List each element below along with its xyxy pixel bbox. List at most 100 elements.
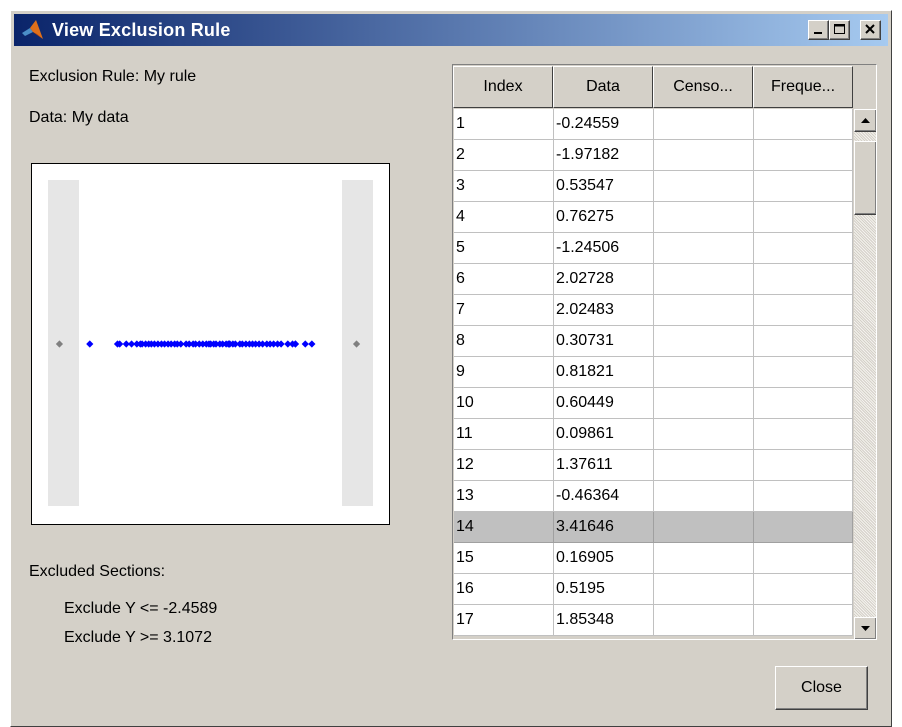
table-row[interactable]: 16 0.5195 xyxy=(454,574,853,605)
vertical-scrollbar[interactable] xyxy=(854,109,876,639)
table-cell-data[interactable]: -1.24506 xyxy=(554,233,654,264)
table-cell-censoring[interactable] xyxy=(654,605,754,636)
table-cell-index[interactable]: 16 xyxy=(454,574,554,605)
table-cell-data[interactable]: 2.02483 xyxy=(554,295,654,326)
table-row[interactable]: 8 0.30731 xyxy=(454,326,853,357)
table-row[interactable]: 2 -1.97182 xyxy=(454,140,853,171)
table-row[interactable]: 13 -0.46364 xyxy=(454,481,853,512)
table-cell-frequency[interactable] xyxy=(754,357,853,388)
table-cell-censoring[interactable] xyxy=(654,171,754,202)
table-cell-frequency[interactable] xyxy=(754,512,853,543)
table-cell-data[interactable]: 0.60449 xyxy=(554,388,654,419)
scroll-thumb[interactable] xyxy=(854,141,876,215)
table-cell-data[interactable]: -0.24559 xyxy=(554,109,654,140)
table-cell-index[interactable]: 9 xyxy=(454,357,554,388)
data-point xyxy=(308,340,316,348)
table-cell-index[interactable]: 17 xyxy=(454,605,554,636)
table-row[interactable]: 9 0.81821 xyxy=(454,357,853,388)
table-cell-index[interactable]: 14 xyxy=(454,512,554,543)
table-cell-frequency[interactable] xyxy=(754,388,853,419)
close-button[interactable]: Close xyxy=(775,666,868,710)
table-cell-data[interactable]: -1.97182 xyxy=(554,140,654,171)
table-cell-frequency[interactable] xyxy=(754,140,853,171)
table-cell-censoring[interactable] xyxy=(654,264,754,295)
table-cell-censoring[interactable] xyxy=(654,481,754,512)
table-cell-index[interactable]: 7 xyxy=(454,295,554,326)
table-cell-frequency[interactable] xyxy=(754,419,853,450)
table-row[interactable]: 12 1.37611 xyxy=(454,450,853,481)
table-cell-frequency[interactable] xyxy=(754,574,853,605)
table-cell-censoring[interactable] xyxy=(654,233,754,264)
scroll-up-button[interactable] xyxy=(854,109,876,132)
table-cell-frequency[interactable] xyxy=(754,109,853,140)
table-cell-frequency[interactable] xyxy=(754,543,853,574)
table-cell-data[interactable]: 0.53547 xyxy=(554,171,654,202)
close-window-button[interactable] xyxy=(860,20,881,40)
table-cell-index[interactable]: 4 xyxy=(454,202,554,233)
table-cell-data[interactable]: 0.76275 xyxy=(554,202,654,233)
table-cell-index[interactable]: 10 xyxy=(454,388,554,419)
table-cell-data[interactable]: 3.41646 xyxy=(554,512,654,543)
table-cell-data[interactable]: 1.85348 xyxy=(554,605,654,636)
table-row[interactable]: 4 0.76275 xyxy=(454,202,853,233)
table-cell-censoring[interactable] xyxy=(654,357,754,388)
table-cell-data[interactable]: 1.37611 xyxy=(554,450,654,481)
table-row[interactable]: 17 1.85348 xyxy=(454,605,853,636)
table-cell-censoring[interactable] xyxy=(654,450,754,481)
table-cell-index[interactable]: 5 xyxy=(454,233,554,264)
table-cell-index[interactable]: 2 xyxy=(454,140,554,171)
table-cell-censoring[interactable] xyxy=(654,295,754,326)
table-row[interactable]: 15 0.16905 xyxy=(454,543,853,574)
table-row[interactable]: 6 2.02728 xyxy=(454,264,853,295)
table-cell-frequency[interactable] xyxy=(754,171,853,202)
table-cell-data[interactable]: -0.46364 xyxy=(554,481,654,512)
table-cell-index[interactable]: 3 xyxy=(454,171,554,202)
table-cell-censoring[interactable] xyxy=(654,388,754,419)
table-cell-censoring[interactable] xyxy=(654,574,754,605)
table-cell-data[interactable]: 0.5195 xyxy=(554,574,654,605)
table-cell-data[interactable]: 0.81821 xyxy=(554,357,654,388)
table-cell-index[interactable]: 11 xyxy=(454,419,554,450)
table-cell-data[interactable]: 0.16905 xyxy=(554,543,654,574)
table-cell-censoring[interactable] xyxy=(654,326,754,357)
table-cell-censoring[interactable] xyxy=(654,109,754,140)
table-cell-censoring[interactable] xyxy=(654,512,754,543)
table-cell-index[interactable]: 8 xyxy=(454,326,554,357)
table-cell-data[interactable]: 0.30731 xyxy=(554,326,654,357)
table-cell-frequency[interactable] xyxy=(754,264,853,295)
table-row[interactable]: 1 -0.24559 xyxy=(454,109,853,140)
table-cell-frequency[interactable] xyxy=(754,233,853,264)
data-table[interactable]: Index Data Censo... Freque... 1 -0.24559 2… xyxy=(452,64,877,640)
table-cell-index[interactable]: 1 xyxy=(454,109,554,140)
table-cell-index[interactable]: 13 xyxy=(454,481,554,512)
table-cell-data[interactable]: 0.09861 xyxy=(554,419,654,450)
table-row[interactable]: 10 0.60449 xyxy=(454,388,853,419)
title-bar[interactable]: View Exclusion Rule xyxy=(14,14,888,46)
table-cell-frequency[interactable] xyxy=(754,326,853,357)
table-cell-frequency[interactable] xyxy=(754,481,853,512)
table-cell-frequency[interactable] xyxy=(754,450,853,481)
table-cell-index[interactable]: 15 xyxy=(454,543,554,574)
table-row[interactable]: 11 0.09861 xyxy=(454,419,853,450)
table-cell-frequency[interactable] xyxy=(754,295,853,326)
table-cell-index[interactable]: 12 xyxy=(454,450,554,481)
table-cell-censoring[interactable] xyxy=(654,202,754,233)
table-cell-censoring[interactable] xyxy=(654,419,754,450)
column-header-censoring[interactable]: Censo... xyxy=(653,66,753,108)
column-header-frequency[interactable]: Freque... xyxy=(753,66,853,108)
maximize-button[interactable] xyxy=(829,20,850,40)
table-cell-frequency[interactable] xyxy=(754,605,853,636)
scroll-down-button[interactable] xyxy=(854,617,876,639)
table-cell-data[interactable]: 2.02728 xyxy=(554,264,654,295)
column-header-index[interactable]: Index xyxy=(453,66,553,108)
table-cell-censoring[interactable] xyxy=(654,140,754,171)
table-row[interactable]: 3 0.53547 xyxy=(454,171,853,202)
minimize-button[interactable] xyxy=(808,20,829,40)
table-cell-frequency[interactable] xyxy=(754,202,853,233)
table-row[interactable]: 5 -1.24506 xyxy=(454,233,853,264)
column-header-data[interactable]: Data xyxy=(553,66,653,108)
table-row[interactable]: 14 3.41646 xyxy=(454,512,853,543)
table-row[interactable]: 7 2.02483 xyxy=(454,295,853,326)
table-cell-index[interactable]: 6 xyxy=(454,264,554,295)
table-cell-censoring[interactable] xyxy=(654,543,754,574)
